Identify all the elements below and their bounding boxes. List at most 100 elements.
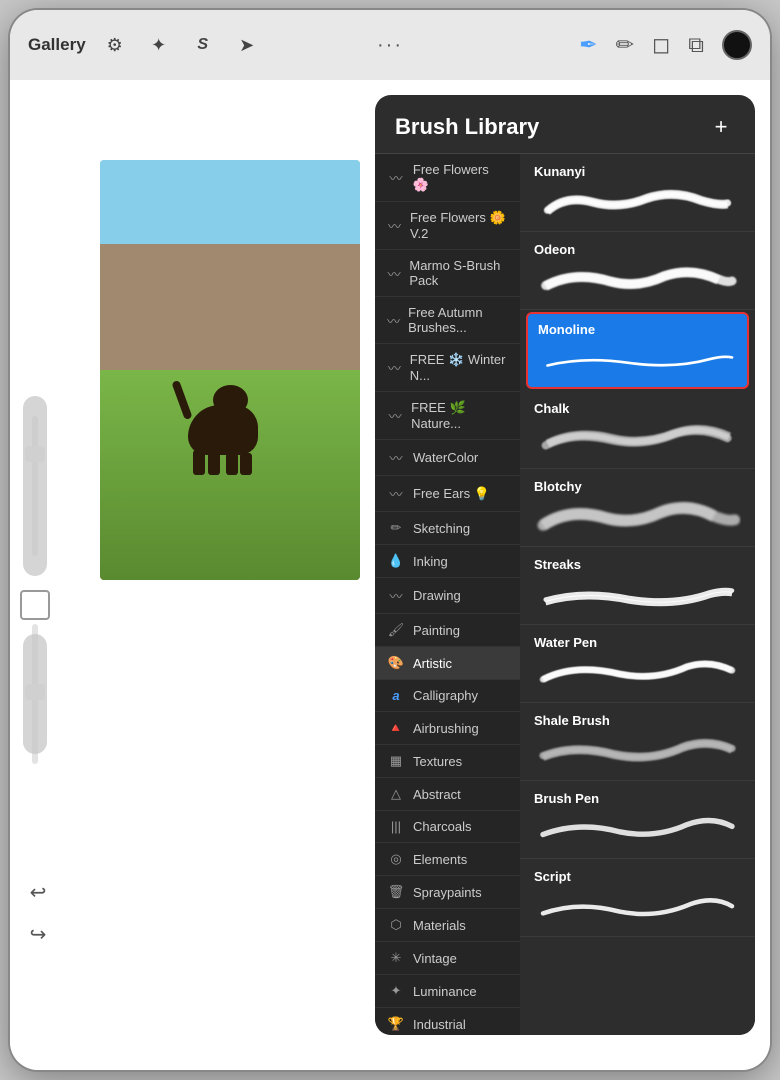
brush-stroke-blotchy [534, 500, 741, 536]
top-bar: Gallery ⚙ ✦ S ➤ ··· ✒ ✏ ◻ ⧉ [10, 10, 770, 80]
slider-thumb-2[interactable] [25, 684, 45, 700]
brush-item-script[interactable]: Script [520, 859, 755, 937]
category-item-painting[interactable]: 🖌 Painting [375, 614, 520, 647]
category-label-vintage: Vintage [413, 951, 457, 966]
category-item-vintage[interactable]: ✳ Vintage [375, 942, 520, 975]
left-sidebar [20, 396, 50, 754]
brush-item-blotchy[interactable]: Blotchy [520, 469, 755, 547]
category-icon-artistic: 🎨 [387, 655, 405, 671]
category-label-watercolor: WaterColor [413, 450, 478, 465]
dots-indicator: ··· [377, 34, 403, 57]
category-icon-abstract: △ [387, 786, 405, 802]
category-item-airbrushing[interactable]: 🔺 Airbrushing [375, 712, 520, 745]
category-icon-industrial: 🏆 [387, 1016, 405, 1032]
top-bar-center: ··· [377, 34, 403, 57]
category-item-marmo[interactable]: 〰 Marmo S-Brush Pack [375, 250, 520, 297]
category-icon-charcoals: ||| [387, 819, 405, 834]
pen-tool-icon[interactable]: ✒ [579, 32, 597, 58]
category-label-charcoals: Charcoals [413, 819, 472, 834]
smudge-icon[interactable]: S [188, 30, 218, 60]
layers-icon[interactable]: ⧉ [688, 32, 704, 58]
brush-stroke-streaks [534, 578, 741, 614]
color-picker[interactable] [722, 30, 752, 60]
category-item-elements[interactable]: ◎ Elements [375, 843, 520, 876]
brush-name-kunanyi: Kunanyi [534, 164, 741, 179]
category-label-sketching: Sketching [413, 521, 470, 536]
brush-stroke-shale-brush [534, 734, 741, 770]
undo-button[interactable]: ↩ [22, 876, 54, 908]
brush-stroke-brush-pen [534, 812, 741, 848]
category-icon-watercolor: 〰 [387, 448, 405, 467]
category-item-winter[interactable]: 〰 FREE ❄️ Winter N... [375, 344, 520, 392]
brush-list: Kunanyi Odeon [520, 154, 755, 1035]
category-item-inking[interactable]: 💧 Inking [375, 545, 520, 578]
category-icon-flowers: 〰 [387, 168, 405, 187]
brush-stroke-monoline [538, 343, 737, 379]
category-item-spraypaints[interactable]: 🗑 Spraypaints [375, 876, 520, 909]
category-item-free-flowers[interactable]: 〰 Free Flowers 🌸 [375, 154, 520, 202]
category-item-nature[interactable]: 〰 FREE 🌿 Nature... [375, 392, 520, 440]
wrench-icon[interactable]: ⚙ [100, 30, 130, 60]
dog-silhouette [178, 345, 278, 475]
category-icon-vintage: ✳ [387, 950, 405, 966]
canvas-image [100, 160, 360, 580]
top-bar-left: Gallery ⚙ ✦ S ➤ [28, 30, 262, 60]
category-item-artistic[interactable]: 🎨 Artistic [375, 647, 520, 680]
device-frame: Gallery ⚙ ✦ S ➤ ··· ✒ ✏ ◻ ⧉ [10, 10, 770, 1070]
brush-item-streaks[interactable]: Streaks [520, 547, 755, 625]
category-item-drawing[interactable]: 〰 Drawing [375, 578, 520, 614]
category-label-drawing: Drawing [413, 588, 461, 603]
brush-item-chalk[interactable]: Chalk [520, 391, 755, 469]
gallery-button[interactable]: Gallery [28, 35, 86, 55]
opacity-slider[interactable] [23, 634, 47, 754]
brush-library-body: 〰 Free Flowers 🌸 〰 Free Flowers 🌼 V.2 〰 … [375, 154, 755, 1035]
brush-item-odeon[interactable]: Odeon [520, 232, 755, 310]
dog-leg1 [193, 450, 205, 475]
magic-wand-icon[interactable]: ✦ [144, 30, 174, 60]
redo-button[interactable]: ↪ [22, 918, 54, 950]
brush-stroke-kunanyi [534, 185, 741, 221]
add-brush-button[interactable]: + [707, 113, 735, 141]
brush-item-shale-brush[interactable]: Shale Brush [520, 703, 755, 781]
category-icon-ears: 〰 [387, 484, 405, 503]
brush-library-header: Brush Library + [375, 95, 755, 154]
brush-item-water-pen[interactable]: Water Pen [520, 625, 755, 703]
category-item-charcoals[interactable]: ||| Charcoals [375, 811, 520, 843]
category-item-sketching[interactable]: ✏ Sketching [375, 512, 520, 545]
category-icon-airbrushing: 🔺 [387, 720, 405, 736]
category-icon-marmo: 〰 [387, 264, 401, 283]
category-label-winter: FREE ❄️ Winter N... [410, 352, 508, 383]
category-label-painting: Painting [413, 623, 460, 638]
brush-size-slider[interactable] [23, 396, 47, 576]
category-icon-spraypaints: 🗑 [387, 884, 405, 900]
arrow-icon[interactable]: ➤ [232, 30, 262, 60]
brush-name-chalk: Chalk [534, 401, 741, 416]
category-icon-sketching: ✏ [387, 520, 405, 536]
brush-name-blotchy: Blotchy [534, 479, 741, 494]
square-tool[interactable] [20, 590, 50, 620]
pencil-tool-icon[interactable]: ✏ [616, 32, 634, 58]
category-item-watercolor[interactable]: 〰 WaterColor [375, 440, 520, 476]
category-item-free-ears[interactable]: 〰 Free Ears 💡 [375, 476, 520, 512]
brush-name-monoline: Monoline [538, 322, 737, 337]
brush-item-kunanyi[interactable]: Kunanyi [520, 154, 755, 232]
category-item-free-flowers2[interactable]: 〰 Free Flowers 🌼 V.2 [375, 202, 520, 250]
category-item-luminance[interactable]: ✦ Luminance [375, 975, 520, 1008]
brush-stroke-water-pen [534, 656, 741, 692]
category-item-materials[interactable]: ⬡ Materials [375, 909, 520, 942]
category-label-free-flowers: Free Flowers 🌸 [413, 162, 508, 193]
category-icon-elements: ◎ [387, 851, 405, 867]
category-item-textures[interactable]: ▦ Textures [375, 745, 520, 778]
category-item-industrial[interactable]: 🏆 Industrial [375, 1008, 520, 1035]
category-item-autumn[interactable]: 〰 Free Autumn Brushes... [375, 297, 520, 344]
brush-name-odeon: Odeon [534, 242, 741, 257]
brush-library-panel: Brush Library + 〰 Free Flowers 🌸 〰 Free … [375, 95, 755, 1035]
slider-thumb-1[interactable] [25, 446, 45, 462]
eraser-tool-icon[interactable]: ◻ [652, 32, 670, 58]
category-item-calligraphy[interactable]: a Calligraphy [375, 680, 520, 712]
brush-item-monoline[interactable]: Monoline [526, 312, 749, 389]
category-label-marmo: Marmo S-Brush Pack [409, 258, 508, 288]
brush-item-brush-pen[interactable]: Brush Pen [520, 781, 755, 859]
category-label-free-ears: Free Ears 💡 [413, 486, 490, 502]
category-item-abstract[interactable]: △ Abstract [375, 778, 520, 811]
